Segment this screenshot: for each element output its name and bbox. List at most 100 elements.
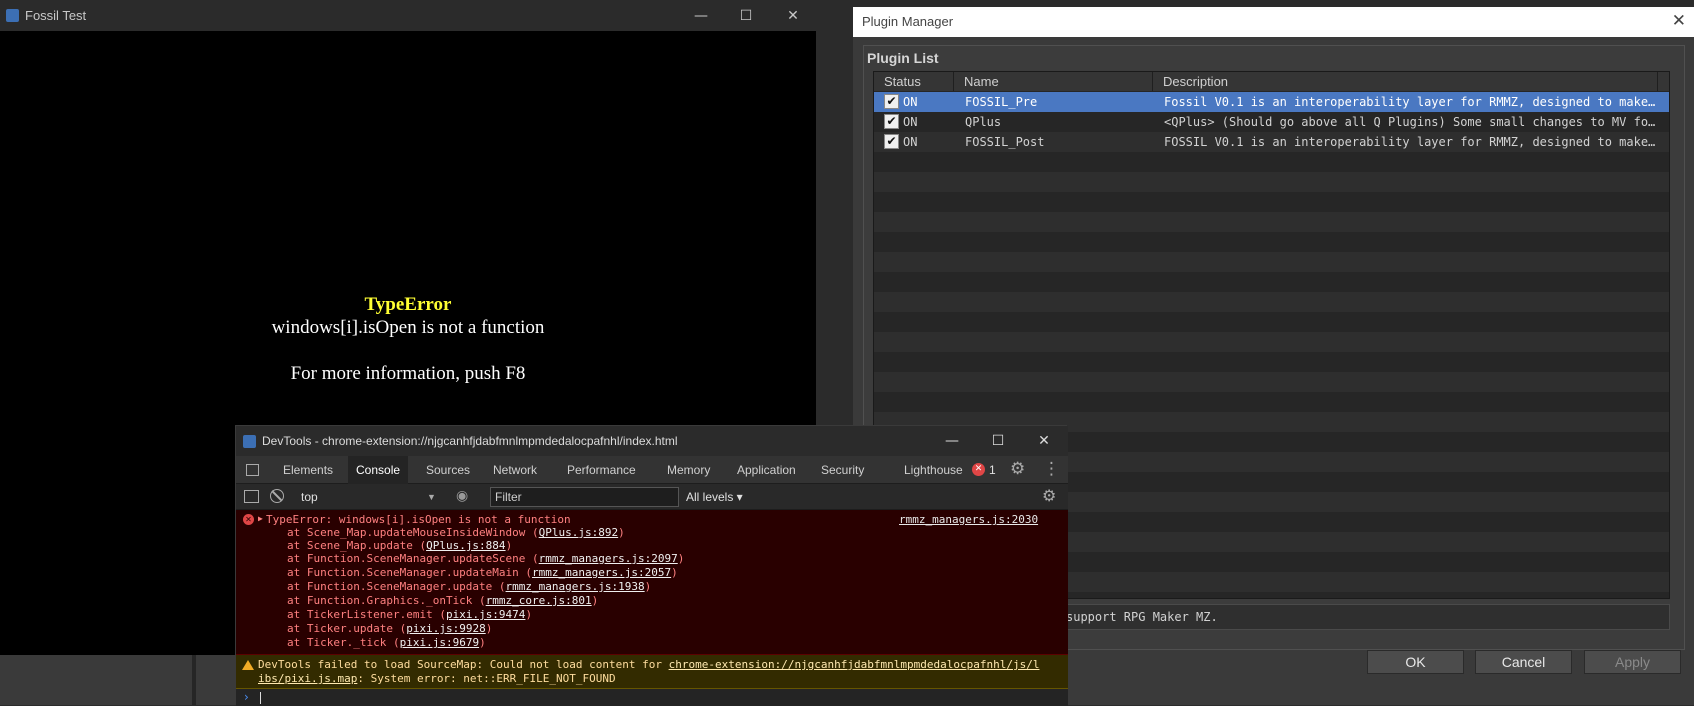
- warning-link[interactable]: ibs/pixi.js.map: [258, 672, 357, 685]
- description-cell: FOSSIL V0.1 is an interoperability layer…: [1164, 135, 1656, 149]
- eye-icon[interactable]: ◉: [456, 488, 468, 504]
- minimize-button[interactable]: —: [930, 426, 974, 456]
- stack-frame: at Ticker._tick (pixi.js:9679): [287, 636, 486, 649]
- gear-icon[interactable]: ⚙: [1010, 459, 1025, 479]
- gear-icon[interactable]: ⚙: [1042, 486, 1056, 505]
- game-titlebar[interactable]: Fossil Test — ☐ ✕: [0, 0, 816, 31]
- error-headline[interactable]: TypeError: windows[i].isOpen is not a fu…: [266, 513, 571, 526]
- stack-frame: at Function.SceneManager.updateScene (rm…: [287, 552, 685, 565]
- error-icon: ✕: [243, 514, 254, 525]
- text-caret: [260, 692, 261, 704]
- more-vert-icon[interactable]: ⋮: [1043, 459, 1060, 479]
- error-source-link[interactable]: rmmz_managers.js:2030: [899, 513, 1038, 526]
- warning-link[interactable]: chrome-extension://njgcanhfjdabfmnlmpmde…: [669, 658, 1040, 671]
- devtools-titlebar[interactable]: DevTools - chrome-extension://njgcanhfjd…: [236, 426, 1068, 456]
- inspect-element-icon[interactable]: [246, 464, 259, 476]
- devtools-tabbar: Elements Console Sources Network Perform…: [236, 456, 1068, 484]
- ok-button[interactable]: OK: [1367, 650, 1464, 674]
- warning-line: ibs/pixi.js.map: System error: net::ERR_…: [258, 672, 616, 685]
- name-cell: QPlus: [965, 115, 1002, 129]
- name-cell: FOSSIL_Post: [965, 135, 1045, 149]
- filter-input[interactable]: [490, 487, 679, 507]
- tab-lighthouse[interactable]: Lighthouse: [896, 456, 971, 484]
- console-prompt[interactable]: ›: [236, 689, 1068, 706]
- empty-row[interactable]: [874, 172, 1669, 192]
- expand-triangle-icon[interactable]: ▶: [258, 514, 263, 523]
- context-select[interactable]: top: [298, 488, 432, 506]
- app-icon: [6, 9, 19, 22]
- status-checkbox[interactable]: ✔: [884, 114, 899, 129]
- empty-row[interactable]: [874, 212, 1669, 232]
- sidebar-toggle-icon[interactable]: [244, 490, 259, 503]
- status-checkbox[interactable]: ✔: [884, 94, 899, 109]
- warning-icon: [242, 660, 254, 670]
- tab-performance[interactable]: Performance: [559, 456, 644, 484]
- stack-frame-link[interactable]: pixi.js:9928: [406, 622, 485, 635]
- column-header-description[interactable]: Description: [1153, 72, 1658, 91]
- plugin-list-label: Plugin List: [867, 50, 939, 66]
- error-count[interactable]: 1: [989, 456, 996, 484]
- status-cell: ON: [903, 95, 918, 109]
- stack-frame-link[interactable]: rmmz_managers.js:2057: [532, 566, 671, 579]
- log-levels-select[interactable]: All levels ▾: [686, 484, 743, 510]
- chevron-down-icon[interactable]: ▼: [427, 488, 436, 506]
- table-row[interactable]: ✔ ON FOSSIL_Pre Fossil V0.1 is an intero…: [874, 92, 1669, 112]
- stack-frame-link[interactable]: pixi.js:9474: [446, 608, 525, 621]
- stack-frame: at Function.Graphics._onTick (rmmz_core.…: [287, 594, 599, 607]
- stack-frame: at Scene_Map.updateMouseInsideWindow (QP…: [287, 526, 625, 539]
- maximize-button[interactable]: ☐: [723, 0, 769, 31]
- stack-frame-link[interactable]: rmmz_managers.js:2097: [539, 552, 678, 565]
- clear-console-icon[interactable]: [270, 489, 284, 503]
- tab-elements[interactable]: Elements: [275, 456, 341, 484]
- devtools-window: DevTools - chrome-extension://njgcanhfjd…: [235, 425, 1068, 706]
- table-row[interactable]: ✔ ON FOSSIL_Post FOSSIL V0.1 is an inter…: [874, 132, 1669, 152]
- stack-frame-link[interactable]: QPlus.js:884: [426, 539, 505, 552]
- console-warning-message: DevTools failed to load SourceMap: Could…: [236, 655, 1068, 689]
- close-icon[interactable]: ✕: [1672, 11, 1686, 31]
- empty-row[interactable]: [874, 332, 1669, 352]
- status-checkbox[interactable]: ✔: [884, 134, 899, 149]
- column-header-name[interactable]: Name: [954, 72, 1153, 91]
- close-button[interactable]: ✕: [1022, 426, 1066, 456]
- stack-frame: at Function.SceneManager.update (rmmz_ma…: [287, 580, 652, 593]
- plugin-manager-titlebar[interactable]: Plugin Manager ✕: [853, 7, 1694, 37]
- column-header-filler: [1658, 72, 1669, 91]
- plugin-manager-title: Plugin Manager: [862, 14, 954, 29]
- stack-frame-link[interactable]: rmmz_managers.js:1938: [506, 580, 645, 593]
- stack-frame-link[interactable]: pixi.js:9679: [400, 636, 479, 649]
- tab-security[interactable]: Security: [813, 456, 872, 484]
- empty-row[interactable]: [874, 252, 1669, 272]
- status-cell: ON: [903, 135, 918, 149]
- stack-frame: at TickerListener.emit (pixi.js:9474): [287, 608, 533, 621]
- error-badge-icon[interactable]: ✕: [972, 463, 985, 476]
- warning-line: DevTools failed to load SourceMap: Could…: [258, 658, 1040, 671]
- description-cell: Fossil V0.1 is an interoperability layer…: [1164, 95, 1656, 109]
- stack-frame-link[interactable]: QPlus.js:892: [539, 526, 618, 539]
- tab-sources[interactable]: Sources: [418, 456, 478, 484]
- error-hint: For more information, push F8: [290, 363, 526, 384]
- console-error-message: ✕ ▶ TypeError: windows[i].isOpen is not …: [236, 510, 1068, 655]
- description-cell: <QPlus> (Should go above all Q Plugins) …: [1164, 115, 1656, 129]
- stack-frame-link[interactable]: rmmz_core.js:801: [486, 594, 592, 607]
- devtools-title: DevTools - chrome-extension://njgcanhfjd…: [262, 434, 678, 448]
- close-button[interactable]: ✕: [770, 0, 816, 31]
- taskbar-separator: [192, 655, 196, 705]
- taskbar-fragment: [0, 655, 236, 705]
- tab-console[interactable]: Console: [348, 456, 409, 484]
- empty-row[interactable]: [874, 372, 1669, 392]
- stack-frame: at Scene_Map.update (QPlus.js:884): [287, 539, 513, 552]
- empty-row[interactable]: [874, 292, 1669, 312]
- table-row[interactable]: ✔ ON QPlus <QPlus> (Should go above all …: [874, 112, 1669, 132]
- tab-memory[interactable]: Memory: [659, 456, 718, 484]
- maximize-button[interactable]: ☐: [976, 426, 1020, 456]
- tab-application[interactable]: Application: [729, 456, 804, 484]
- minimize-button[interactable]: —: [678, 0, 724, 31]
- prompt-chevron-icon: ›: [244, 690, 249, 704]
- column-header-status[interactable]: Status: [874, 72, 954, 91]
- tab-network[interactable]: Network: [485, 456, 545, 484]
- plugin-help-text: support RPG Maker MZ.: [1062, 604, 1670, 630]
- cancel-button[interactable]: Cancel: [1475, 650, 1572, 674]
- stack-frame: at Function.SceneManager.updateMain (rmm…: [287, 566, 678, 579]
- apply-button[interactable]: Apply: [1584, 650, 1681, 674]
- console-toolbar: top ▼ ◉ All levels ▾ ⚙: [236, 484, 1068, 510]
